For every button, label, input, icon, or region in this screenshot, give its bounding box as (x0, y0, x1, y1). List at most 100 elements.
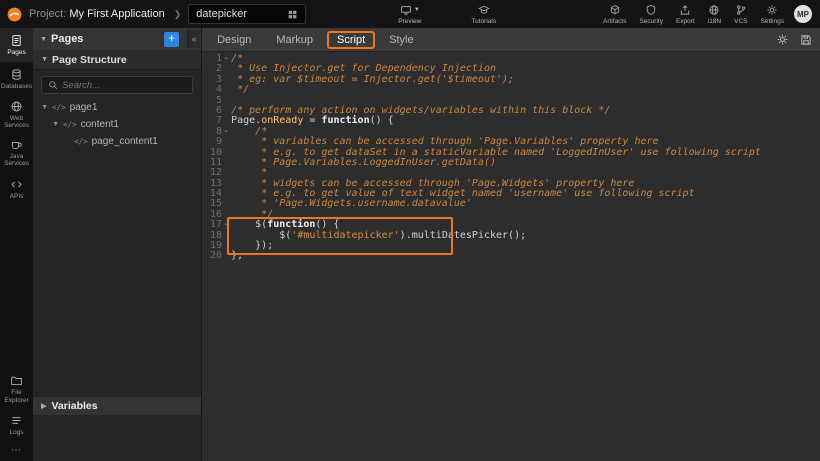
gear-icon[interactable] (776, 33, 789, 46)
variables-title: Variables (51, 400, 97, 412)
sidebar-item-pages[interactable]: Pages (0, 28, 33, 62)
page-tab-label: datepicker (196, 8, 247, 20)
editor-pane: DesignMarkupScriptStyle 1-/*2 * Use Inje… (202, 28, 820, 461)
structure-search (41, 76, 193, 94)
fold-marker-icon (222, 199, 230, 209)
tab-markup[interactable]: Markup (265, 30, 324, 50)
avatar[interactable]: MP (794, 5, 812, 23)
chevron-down-icon[interactable]: ▼ (41, 104, 48, 111)
topbar-actions: Artifacts Security Export i18N VCS Settings (603, 4, 784, 25)
line-number: 4 (202, 85, 222, 95)
sidebar-item-web-services[interactable]: Web Services (0, 96, 33, 134)
tree-node-content1[interactable]: ▼ </> content1 (33, 116, 201, 133)
code-line[interactable]: 4 */ (202, 85, 820, 95)
export-button[interactable]: Export (676, 4, 695, 25)
sidebar-item-databases[interactable]: Databases (0, 62, 33, 96)
fold-marker-icon (222, 148, 230, 158)
apis-icon (10, 178, 23, 191)
project-name: My First Application (69, 8, 164, 20)
sidebar-item-logs[interactable]: Logs (0, 408, 33, 442)
tutorials-button[interactable]: Tutorials (471, 4, 496, 25)
tree-node-page-content1[interactable]: </>page_content1 (33, 133, 201, 150)
pages-icon (10, 34, 23, 47)
fold-marker-icon[interactable]: - (222, 54, 230, 64)
code-line[interactable]: 11 * Page.Variables.LoggedInUser.getData… (202, 158, 820, 168)
code-line[interactable]: 20}; (202, 251, 820, 261)
more-button[interactable]: ⋯ (0, 442, 33, 458)
fold-marker-icon (222, 231, 230, 241)
save-icon[interactable] (800, 34, 812, 46)
tutorials-label: Tutorials (471, 18, 496, 25)
fold-marker-icon (222, 179, 230, 189)
sidebar-filler (33, 415, 201, 461)
activity-bar: PagesDatabasesWeb ServicesJava ServicesA… (0, 28, 33, 461)
fold-marker-icon (222, 137, 230, 147)
tab-style[interactable]: Style (378, 30, 424, 50)
wavemaker-logo-icon[interactable] (6, 6, 23, 23)
fold-marker-icon (222, 106, 230, 116)
grid-icon[interactable] (287, 9, 298, 20)
fold-marker-icon (222, 158, 230, 168)
fold-marker-icon (222, 75, 230, 85)
preview-button[interactable]: ▼ Preview (398, 4, 421, 25)
chevron-down-icon: ▼ (414, 7, 420, 13)
code-line[interactable]: 19 }); (202, 241, 820, 251)
chevron-right-icon: ❯ (174, 9, 182, 20)
preview-label: Preview (398, 18, 421, 25)
code-line[interactable]: 18 $('#multidatepicker').multiDatesPicke… (202, 231, 820, 241)
code-token: */ (231, 84, 249, 95)
code-token: (); (508, 230, 526, 241)
code-token: * Page.Variables.LoggedInUser.getData() (231, 157, 496, 168)
tree-node-label: content1 (81, 119, 119, 130)
i18n-button[interactable]: i18N (708, 4, 721, 25)
widget-icon: </> (63, 120, 77, 129)
sidebar-item-file-explorer[interactable]: File Explorer (0, 370, 33, 408)
code-token: $( (231, 219, 267, 230)
chevron-down-icon[interactable]: ▼ (52, 121, 59, 128)
code-token: * widgets can be accessed through 'Page.… (231, 178, 634, 189)
tab-script[interactable]: Script (327, 31, 375, 49)
tree-node-page1[interactable]: ▼</>page1 (33, 99, 201, 116)
pages-panel: ▼ Pages + « ▼ Page Structure ▼</>page1▼<… (33, 28, 202, 461)
search-input[interactable] (62, 80, 186, 91)
page-structure-header[interactable]: ▼ Page Structure (33, 50, 201, 70)
add-page-button[interactable]: + (164, 32, 179, 47)
action-label: Security (639, 18, 662, 25)
pages-panel-title[interactable]: Pages (51, 33, 160, 45)
security-button[interactable]: Security (639, 4, 662, 25)
chevron-down-icon: ▼ (41, 56, 48, 63)
collapse-panel-button[interactable]: « (187, 30, 200, 48)
script-editor[interactable]: 1-/*2 * Use Injector.get for Dependency … (202, 52, 820, 461)
security-icon (645, 4, 657, 16)
code-token: = (303, 115, 321, 126)
code-text: }; (230, 251, 243, 261)
artifacts-button[interactable]: Artifacts (603, 4, 626, 25)
vcs-button[interactable]: VCS (734, 4, 747, 25)
fold-marker-icon[interactable]: - (222, 220, 230, 230)
code-token: onReady (261, 115, 303, 126)
code-line[interactable]: 15 * 'Page.Widgets.username.datavalue' (202, 199, 820, 209)
variables-section-header[interactable]: ▶ Variables (33, 397, 201, 415)
sidebar-item-apis[interactable]: APIs (0, 172, 33, 206)
code-line[interactable]: 7Page.onReady = function() { (202, 116, 820, 126)
editor-tab-bar: DesignMarkupScriptStyle (202, 28, 820, 52)
tab-design[interactable]: Design (206, 30, 262, 50)
code-token: () { (315, 219, 339, 230)
code-token: * Use Injector.get for Dependency Inject… (231, 63, 496, 74)
chevron-right-icon: ▶ (41, 402, 46, 410)
code-token: }); (231, 240, 273, 251)
code-token: function (267, 219, 315, 230)
vcs-icon (735, 4, 747, 16)
settings-icon (766, 4, 778, 16)
code-line[interactable]: 3 * eg: var $timeout = Injector.get('$ti… (202, 75, 820, 85)
code-token: function (321, 115, 369, 126)
sidebar-item-java-services[interactable]: Java Services (0, 134, 33, 172)
action-label: VCS (734, 18, 747, 25)
settings-button[interactable]: Settings (761, 4, 785, 25)
page-tab-datepicker[interactable]: datepicker (188, 4, 306, 24)
logs-icon (10, 414, 23, 427)
fold-marker-icon[interactable]: - (222, 127, 230, 137)
code-token: * eg: var $timeout = Injector.get('$time… (231, 74, 514, 85)
web-services-icon (10, 100, 23, 113)
code-token: $( (231, 230, 291, 241)
